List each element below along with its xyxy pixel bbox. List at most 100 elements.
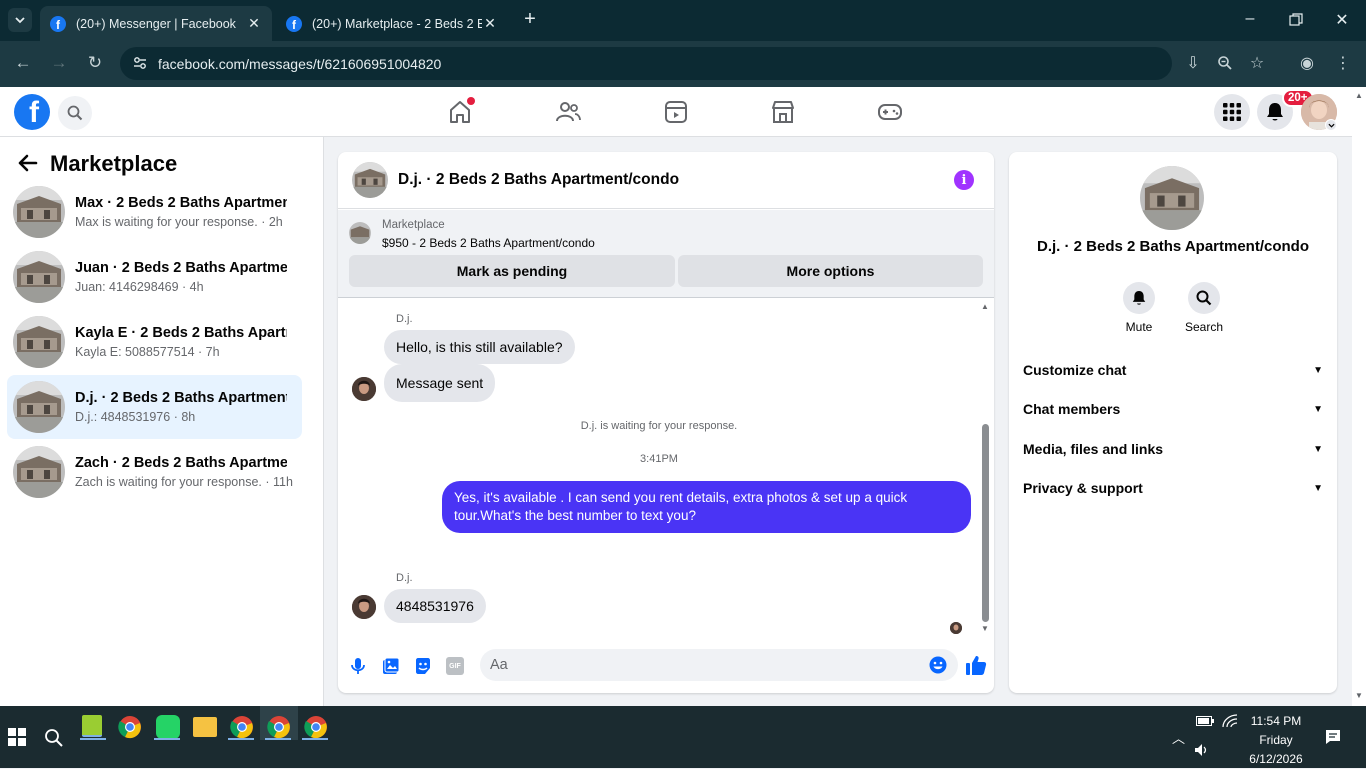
chat-title[interactable]: D.j. · 2 Beds 2 Baths Apartment/condo xyxy=(398,171,954,189)
chrome-app-icon[interactable] xyxy=(118,715,142,739)
section-privacy-support[interactable]: Privacy & support ▼ xyxy=(1023,480,1323,496)
chrome-app-icon[interactable] xyxy=(304,715,328,739)
search-button[interactable] xyxy=(58,96,92,130)
mark-as-pending-button[interactable]: Mark as pending xyxy=(349,255,675,287)
facebook-logo-icon[interactable]: f xyxy=(14,94,50,130)
back-icon[interactable]: ← xyxy=(12,53,34,73)
sticker-icon[interactable] xyxy=(414,657,432,675)
install-app-icon[interactable]: ⇩ xyxy=(1182,53,1204,73)
conversation-subtitle: Juan: 4146298469 · 4h xyxy=(75,280,204,294)
windows-start-icon[interactable] xyxy=(8,728,26,746)
tab-marketplace[interactable]: f (20+) Marketplace - 2 Beds 2 Ba ✕ xyxy=(276,6,508,41)
message-input[interactable]: Aa xyxy=(480,649,958,681)
zoom-icon[interactable] xyxy=(1214,53,1236,73)
action-center-icon[interactable] xyxy=(1325,729,1341,745)
conversation-title: Juan · 2 Beds 2 Baths Apartmen... xyxy=(75,260,287,276)
conversation-item-kayla[interactable]: Kayla E · 2 Beds 2 Baths Apartm... Kayla … xyxy=(7,311,302,373)
chrome-app-icon[interactable] xyxy=(267,715,291,739)
chat-scrollbar[interactable] xyxy=(982,424,989,622)
bell-icon xyxy=(1267,103,1283,121)
conversation-details-panel: D.j. · 2 Beds 2 Baths Apartment/condo Mu… xyxy=(1009,152,1337,693)
section-label: Customize chat xyxy=(1023,362,1127,378)
scroll-up-arrow[interactable]: ▲ xyxy=(981,302,989,311)
conversation-item-juan[interactable]: Juan · 2 Beds 2 Baths Apartmen... Juan: 4… xyxy=(7,246,302,308)
bookmark-star-icon[interactable]: ☆ xyxy=(1246,53,1268,73)
forward-icon[interactable]: → xyxy=(48,53,70,73)
photo-icon[interactable] xyxy=(382,657,400,675)
whatsapp-app-icon[interactable] xyxy=(156,715,180,739)
new-tab-button[interactable]: + xyxy=(520,8,540,31)
more-options-button[interactable]: More options xyxy=(678,255,983,287)
scroll-down-arrow[interactable]: ▼ xyxy=(981,624,989,633)
thumbs-up-icon[interactable] xyxy=(965,654,987,676)
clock-time: 11:54 PM xyxy=(1250,714,1302,728)
conversation-subtitle: Zach is waiting for your response. · 11h xyxy=(75,475,293,489)
battery-icon[interactable] xyxy=(1196,716,1214,726)
close-window-icon[interactable]: ✕ xyxy=(1332,10,1352,30)
section-chat-members[interactable]: Chat members ▼ xyxy=(1023,401,1323,417)
outgoing-message[interactable]: Yes, it's available . I can send you ren… xyxy=(442,481,971,533)
conversation-title: Zach · 2 Beds 2 Baths Apartmen... xyxy=(75,455,287,471)
url-input[interactable]: facebook.com/messages/t/621606951004820 xyxy=(120,47,1172,80)
microphone-icon[interactable] xyxy=(349,657,367,675)
gif-icon[interactable]: GIF xyxy=(446,657,464,675)
tab-messenger[interactable]: f (20+) Messenger | Facebook ✕ xyxy=(40,6,272,41)
account-chevron-icon[interactable] xyxy=(1325,119,1337,131)
more-menu-icon[interactable]: ⋮ xyxy=(1332,53,1354,73)
site-info-icon[interactable] xyxy=(132,55,148,71)
show-hidden-icons-icon[interactable]: ︿ xyxy=(1172,728,1185,747)
file-explorer-icon[interactable] xyxy=(193,717,217,737)
tab-search-button[interactable] xyxy=(8,8,32,32)
emoji-icon[interactable] xyxy=(929,656,947,674)
conversation-subtitle: D.j.: 4848531976 · 8h xyxy=(75,410,196,424)
restore-icon[interactable] xyxy=(1286,10,1306,30)
video-icon[interactable] xyxy=(663,99,689,125)
menu-button[interactable] xyxy=(1214,94,1250,130)
minimize-icon[interactable]: – xyxy=(1240,10,1260,28)
page-scrollbar[interactable]: ▲ ▼ xyxy=(1352,87,1366,706)
incoming-message[interactable]: 4848531976 xyxy=(384,589,486,623)
sender-avatar[interactable] xyxy=(352,377,376,401)
sender-avatar[interactable] xyxy=(352,595,376,619)
listing-thumbnail[interactable] xyxy=(349,222,371,244)
browser-tab-bar: f (20+) Messenger | Facebook ✕ f (20+) M… xyxy=(0,0,1366,41)
logo-letter: f xyxy=(29,96,39,129)
clock-date: 6/12/2026 xyxy=(1249,752,1303,766)
close-tab-icon[interactable]: ✕ xyxy=(482,15,498,32)
marketplace-icon[interactable] xyxy=(770,99,796,125)
gaming-icon[interactable] xyxy=(877,99,903,125)
close-tab-icon[interactable]: ✕ xyxy=(246,15,262,32)
reload-icon[interactable]: ↻ xyxy=(84,53,106,73)
running-indicator xyxy=(302,738,328,740)
conversation-item-max[interactable]: Max · 2 Beds 2 Baths Apartment... Max is … xyxy=(7,181,302,243)
tab-title: (20+) Marketplace - 2 Beds 2 Ba xyxy=(312,16,482,31)
chevron-down-icon xyxy=(15,17,25,24)
section-customize-chat[interactable]: Customize chat ▼ xyxy=(1023,362,1323,378)
section-media-files-links[interactable]: Media, files and links ▼ xyxy=(1023,441,1323,457)
friends-icon[interactable] xyxy=(555,99,581,125)
mute-button[interactable]: Mute xyxy=(1109,282,1169,334)
page-title: Marketplace xyxy=(50,151,178,176)
incoming-message[interactable]: Message sent xyxy=(384,364,496,402)
conversation-avatar[interactable] xyxy=(1140,166,1204,230)
conversation-item-dj[interactable]: D.j. · 2 Beds 2 Baths Apartment/... D.j.:… xyxy=(7,375,302,439)
chrome-app-icon[interactable] xyxy=(230,715,254,739)
marketplace-listing-bar: Marketplace $950 - 2 Beds 2 Baths Apartm… xyxy=(338,210,994,298)
back-arrow-icon[interactable] xyxy=(16,152,38,174)
clock-day: Friday xyxy=(1259,733,1293,747)
notepad-app-icon[interactable] xyxy=(82,715,102,737)
chat-avatar[interactable] xyxy=(352,162,388,198)
info-icon[interactable]: i xyxy=(954,170,974,190)
listing-price-title[interactable]: $950 - 2 Beds 2 Baths Apartment/condo xyxy=(382,236,595,250)
system-clock[interactable]: 11:54 PM Friday 6/12/2026 xyxy=(1236,712,1316,769)
profile-icon[interactable]: ◉ xyxy=(1296,53,1318,73)
running-indicator xyxy=(154,738,180,740)
listing-thumbnail xyxy=(13,381,65,433)
search-icon xyxy=(1196,290,1212,306)
conversation-item-zach[interactable]: Zach · 2 Beds 2 Baths Apartmen... Zach is… xyxy=(7,441,302,503)
search-icon[interactable] xyxy=(44,728,64,748)
volume-icon[interactable] xyxy=(1194,743,1210,757)
message-input-placeholder: Aa xyxy=(490,657,508,673)
incoming-message[interactable]: Hello, is this still available? xyxy=(384,330,575,364)
search-conversation-button[interactable]: Search xyxy=(1174,282,1234,334)
